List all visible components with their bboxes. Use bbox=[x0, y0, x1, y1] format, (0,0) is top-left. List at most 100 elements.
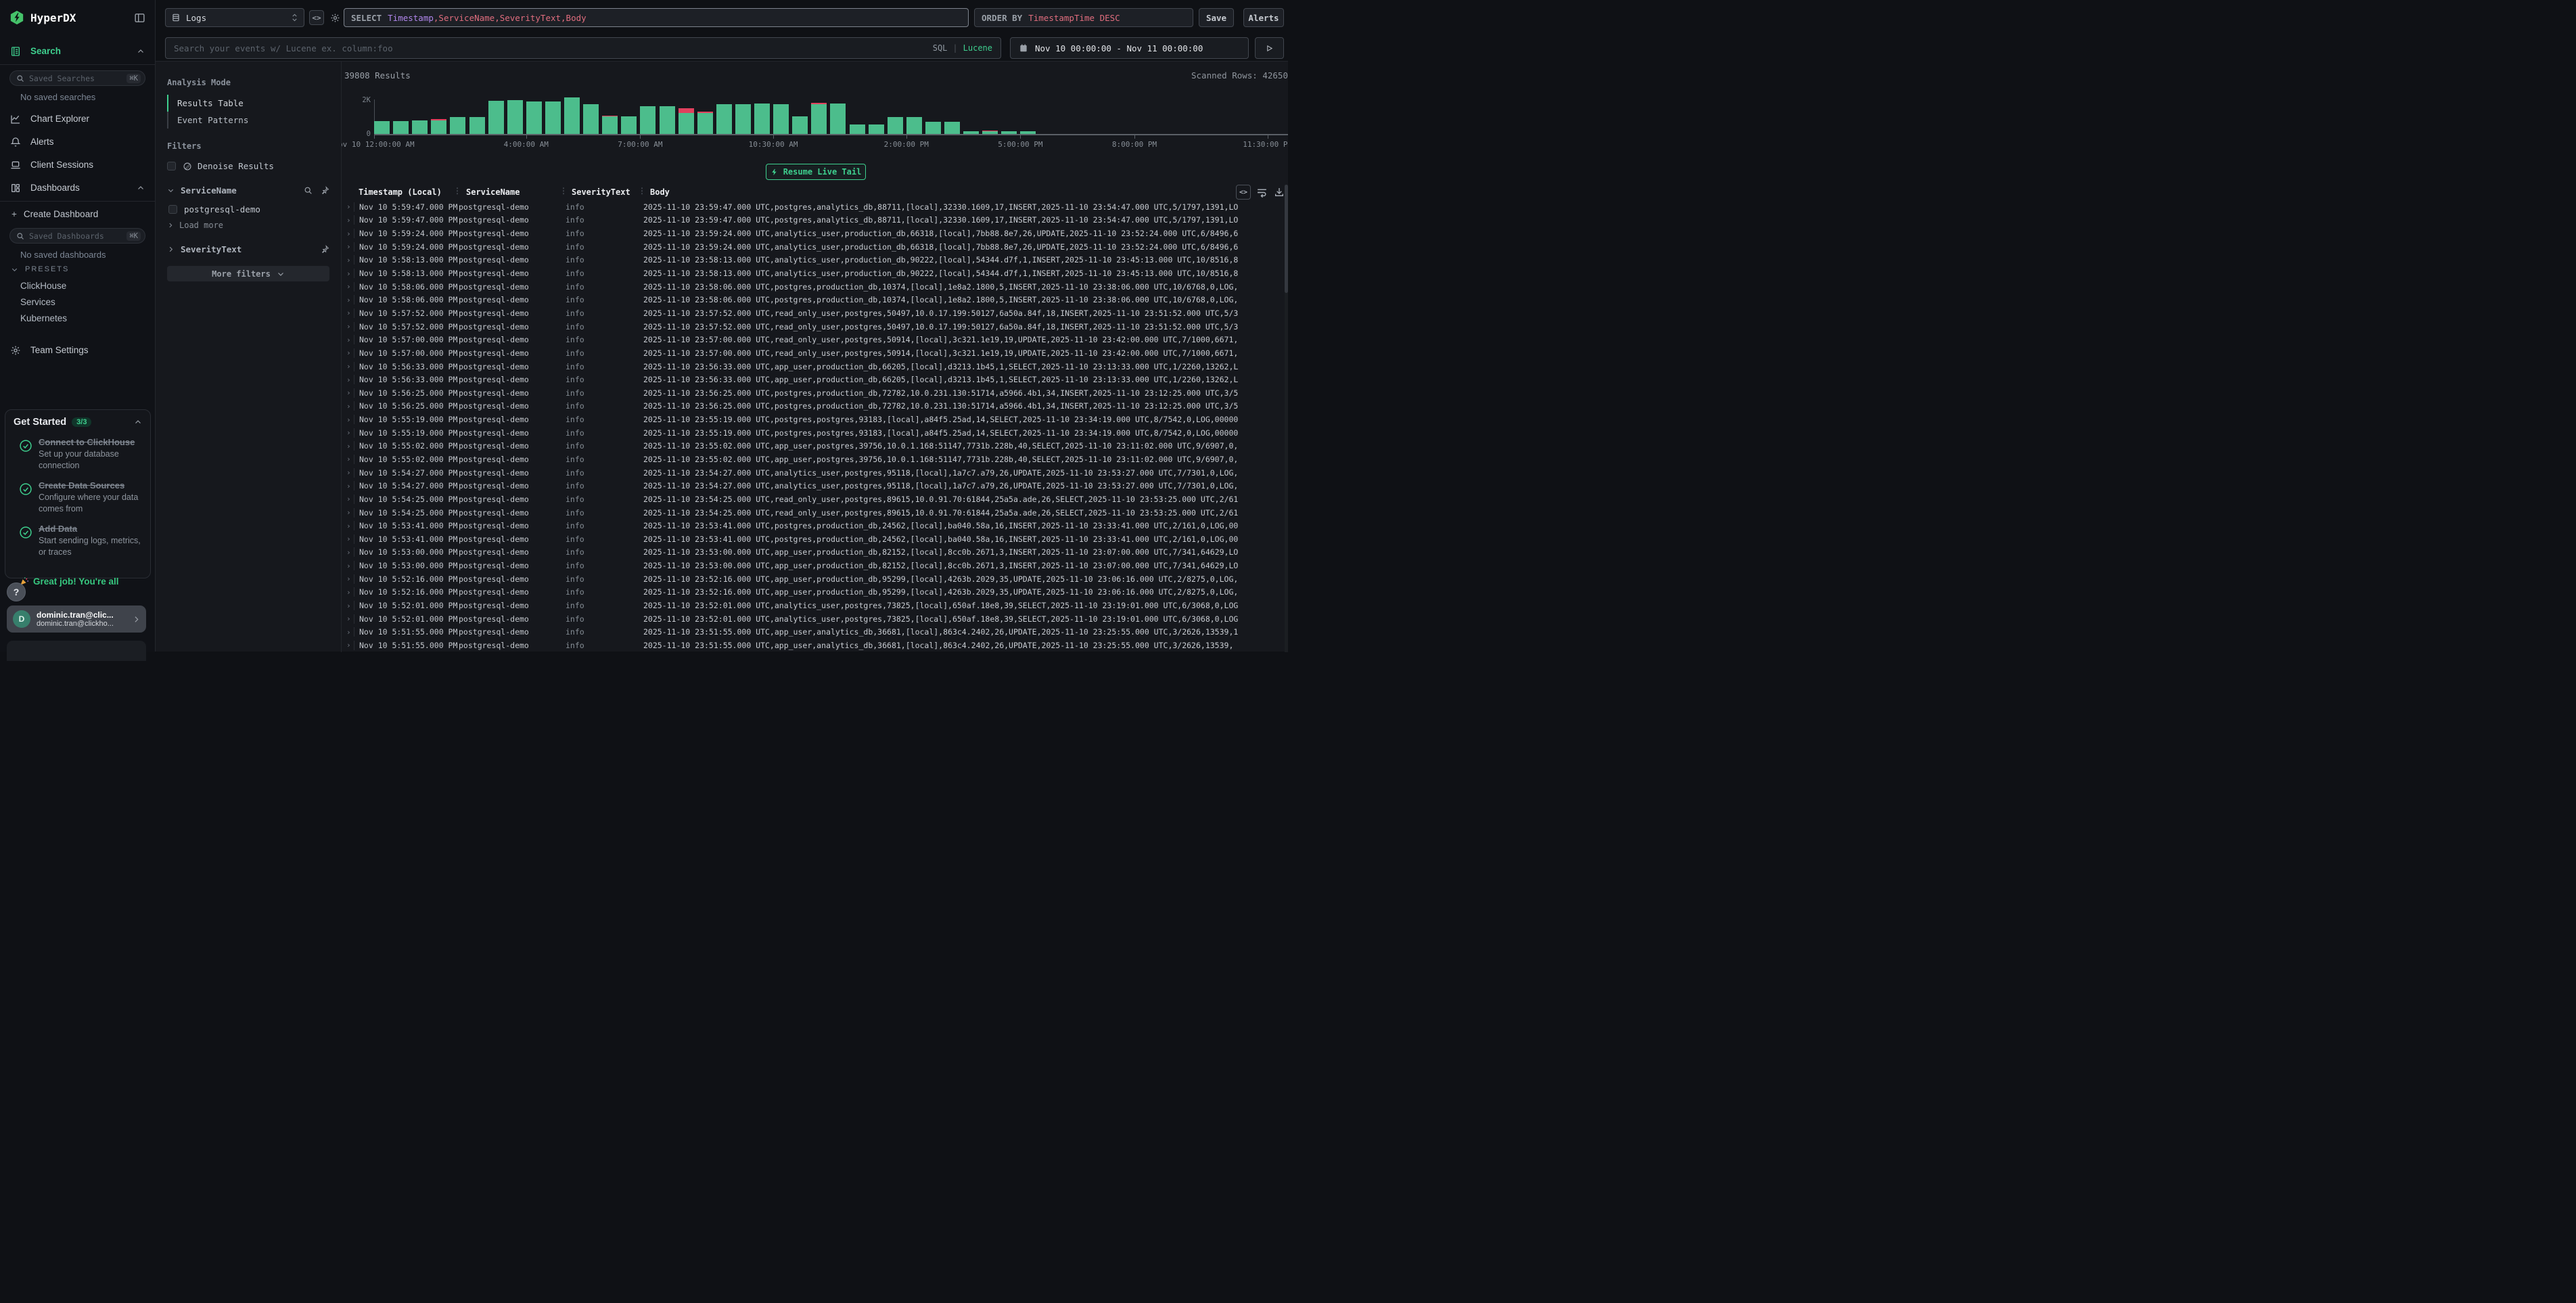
row-expand-chevron[interactable]: › bbox=[342, 495, 354, 503]
presets-toggle[interactable]: PRESETS bbox=[0, 261, 155, 277]
row-expand-chevron[interactable]: › bbox=[342, 482, 354, 490]
user-menu[interactable]: D dominic.tran@clic... dominic.tran@clic… bbox=[7, 605, 146, 633]
log-row[interactable]: ›Nov 10 5:59:24.000 PMpostgresql-demoinf… bbox=[342, 227, 1288, 240]
sql-mode-button[interactable]: SQL bbox=[933, 43, 948, 53]
more-filters-button[interactable]: More filters bbox=[167, 266, 329, 281]
saved-searches-input[interactable]: Saved Searches ⌘K bbox=[9, 70, 145, 86]
col-header-body[interactable]: Body bbox=[650, 187, 670, 197]
row-expand-chevron[interactable]: › bbox=[342, 202, 354, 211]
log-row[interactable]: ›Nov 10 5:52:01.000 PMpostgresql-demoinf… bbox=[342, 599, 1288, 612]
wrap-lines-icon[interactable] bbox=[1256, 187, 1268, 198]
row-expand-chevron[interactable]: › bbox=[342, 229, 354, 238]
histogram-plot[interactable] bbox=[374, 95, 1287, 134]
row-expand-chevron[interactable]: › bbox=[342, 308, 354, 317]
log-row[interactable]: ›Nov 10 5:53:41.000 PMpostgresql-demoinf… bbox=[342, 532, 1288, 546]
get-started-step[interactable]: Connect to ClickHouse Set up your databa… bbox=[14, 436, 142, 471]
bottom-banner-partial[interactable] bbox=[7, 641, 146, 661]
log-row[interactable]: ›Nov 10 5:55:19.000 PMpostgresql-demoinf… bbox=[342, 413, 1288, 426]
log-row[interactable]: ›Nov 10 5:53:00.000 PMpostgresql-demoinf… bbox=[342, 546, 1288, 559]
facet-servicename-header[interactable]: ServiceName bbox=[167, 185, 329, 196]
row-expand-chevron[interactable]: › bbox=[342, 322, 354, 331]
log-row[interactable]: ›Nov 10 5:52:01.000 PMpostgresql-demoinf… bbox=[342, 612, 1288, 626]
col-header-severitytext[interactable]: SeverityText bbox=[572, 187, 630, 197]
log-row[interactable]: ›Nov 10 5:52:16.000 PMpostgresql-demoinf… bbox=[342, 586, 1288, 599]
get-started-step[interactable]: Create Data Sources Configure where your… bbox=[14, 480, 142, 514]
col-header-servicename[interactable]: ServiceName bbox=[466, 187, 520, 197]
source-select[interactable]: Logs bbox=[165, 8, 304, 27]
row-expand-chevron[interactable]: › bbox=[342, 375, 354, 384]
log-row[interactable]: ›Nov 10 5:56:25.000 PMpostgresql-demoinf… bbox=[342, 386, 1288, 400]
lucene-mode-button[interactable]: Lucene bbox=[963, 43, 992, 53]
scrollbar-thumb[interactable] bbox=[1285, 185, 1288, 293]
facet-option-postgresql-demo[interactable]: postgresql-demo bbox=[167, 204, 329, 214]
sql-editor-toggle-button[interactable]: <> bbox=[309, 10, 324, 25]
log-row[interactable]: ›Nov 10 5:54:25.000 PMpostgresql-demoinf… bbox=[342, 493, 1288, 506]
pin-icon[interactable] bbox=[321, 245, 329, 254]
row-expand-chevron[interactable]: › bbox=[342, 601, 354, 610]
row-expand-chevron[interactable]: › bbox=[342, 522, 354, 530]
row-expand-chevron[interactable]: › bbox=[342, 562, 354, 570]
log-row[interactable]: ›Nov 10 5:57:00.000 PMpostgresql-demoinf… bbox=[342, 333, 1288, 346]
row-expand-chevron[interactable]: › bbox=[342, 388, 354, 397]
create-dashboard-button[interactable]: + Create Dashboard bbox=[0, 206, 155, 223]
log-row[interactable]: ›Nov 10 5:52:16.000 PMpostgresql-demoinf… bbox=[342, 572, 1288, 586]
log-row[interactable]: ›Nov 10 5:58:06.000 PMpostgresql-demoinf… bbox=[342, 293, 1288, 306]
alerts-button[interactable]: Alerts bbox=[1243, 8, 1284, 27]
select-columns-input[interactable]: SELECT Timestamp ,ServiceName,SeverityTe… bbox=[344, 8, 969, 27]
view-source-button[interactable]: <> bbox=[1236, 185, 1251, 200]
row-expand-chevron[interactable]: › bbox=[342, 348, 354, 357]
preset-clickhouse[interactable]: ClickHouse bbox=[0, 277, 155, 294]
search-query-input[interactable]: Search your events w/ Lucene ex. column:… bbox=[165, 37, 1001, 59]
column-resize-handle[interactable]: ⋮ bbox=[638, 186, 646, 196]
row-expand-chevron[interactable]: › bbox=[342, 282, 354, 291]
row-expand-chevron[interactable]: › bbox=[342, 534, 354, 543]
log-row[interactable]: ›Nov 10 5:58:13.000 PMpostgresql-demoinf… bbox=[342, 267, 1288, 280]
row-expand-chevron[interactable]: › bbox=[342, 256, 354, 265]
query-settings-gear-icon[interactable] bbox=[327, 10, 342, 25]
log-row[interactable]: ›Nov 10 5:59:24.000 PMpostgresql-demoinf… bbox=[342, 240, 1288, 254]
preset-services[interactable]: Services bbox=[0, 294, 155, 310]
column-resize-handle[interactable]: ⋮ bbox=[453, 186, 461, 196]
log-row[interactable]: ›Nov 10 5:57:52.000 PMpostgresql-demoinf… bbox=[342, 320, 1288, 334]
load-more-button[interactable]: Load more bbox=[167, 221, 329, 230]
order-by-input[interactable]: ORDER BY TimestampTime DESC bbox=[974, 8, 1193, 27]
get-started-header[interactable]: Get Started 3/3 bbox=[14, 417, 142, 428]
denoise-results-toggle[interactable]: Denoise Results bbox=[167, 161, 329, 171]
preset-kubernetes[interactable]: Kubernetes bbox=[0, 310, 155, 326]
row-expand-chevron[interactable]: › bbox=[342, 269, 354, 278]
log-row[interactable]: ›Nov 10 5:57:52.000 PMpostgresql-demoinf… bbox=[342, 306, 1288, 320]
mode-results-table[interactable]: Results Table bbox=[167, 95, 329, 112]
log-row[interactable]: ›Nov 10 5:55:19.000 PMpostgresql-demoinf… bbox=[342, 426, 1288, 440]
row-expand-chevron[interactable]: › bbox=[342, 614, 354, 623]
row-expand-chevron[interactable]: › bbox=[342, 468, 354, 477]
denoise-checkbox[interactable] bbox=[167, 162, 176, 170]
resume-live-tail-button[interactable]: Resume Live Tail bbox=[766, 164, 866, 180]
column-resize-handle[interactable]: ⋮ bbox=[559, 186, 568, 196]
log-row[interactable]: ›Nov 10 5:58:13.000 PMpostgresql-demoinf… bbox=[342, 254, 1288, 267]
row-expand-chevron[interactable]: › bbox=[342, 402, 354, 411]
pin-icon[interactable] bbox=[321, 186, 329, 195]
facet-search-icon[interactable] bbox=[304, 186, 313, 195]
sidebar-item-alerts[interactable]: Alerts bbox=[0, 133, 155, 151]
log-row[interactable]: ›Nov 10 5:55:02.000 PMpostgresql-demoinf… bbox=[342, 440, 1288, 453]
log-row[interactable]: ›Nov 10 5:58:06.000 PMpostgresql-demoinf… bbox=[342, 280, 1288, 294]
row-expand-chevron[interactable]: › bbox=[342, 336, 354, 344]
row-expand-chevron[interactable]: › bbox=[342, 428, 354, 437]
sidebar-item-team-settings[interactable]: Team Settings bbox=[0, 341, 155, 359]
col-header-timestamp[interactable]: Timestamp (Local) bbox=[359, 187, 442, 197]
sidebar-collapse-icon[interactable] bbox=[134, 12, 145, 24]
mode-event-patterns[interactable]: Event Patterns bbox=[167, 112, 329, 129]
row-expand-chevron[interactable]: › bbox=[342, 362, 354, 371]
log-row[interactable]: ›Nov 10 5:56:33.000 PMpostgresql-demoinf… bbox=[342, 360, 1288, 373]
row-expand-chevron[interactable]: › bbox=[342, 415, 354, 424]
log-row[interactable]: ›Nov 10 5:54:25.000 PMpostgresql-demoinf… bbox=[342, 506, 1288, 520]
sidebar-item-client-sessions[interactable]: Client Sessions bbox=[0, 156, 155, 174]
log-row[interactable]: ›Nov 10 5:56:33.000 PMpostgresql-demoinf… bbox=[342, 373, 1288, 386]
saved-dashboards-input[interactable]: Saved Dashboards ⌘K bbox=[9, 228, 145, 244]
row-expand-chevron[interactable]: › bbox=[342, 296, 354, 304]
row-expand-chevron[interactable]: › bbox=[342, 574, 354, 583]
facet-checkbox[interactable] bbox=[168, 205, 177, 214]
log-row[interactable]: ›Nov 10 5:53:41.000 PMpostgresql-demoinf… bbox=[342, 519, 1288, 532]
sidebar-item-search[interactable]: Search bbox=[0, 42, 155, 60]
log-row[interactable]: ›Nov 10 5:59:47.000 PMpostgresql-demoinf… bbox=[342, 200, 1288, 214]
